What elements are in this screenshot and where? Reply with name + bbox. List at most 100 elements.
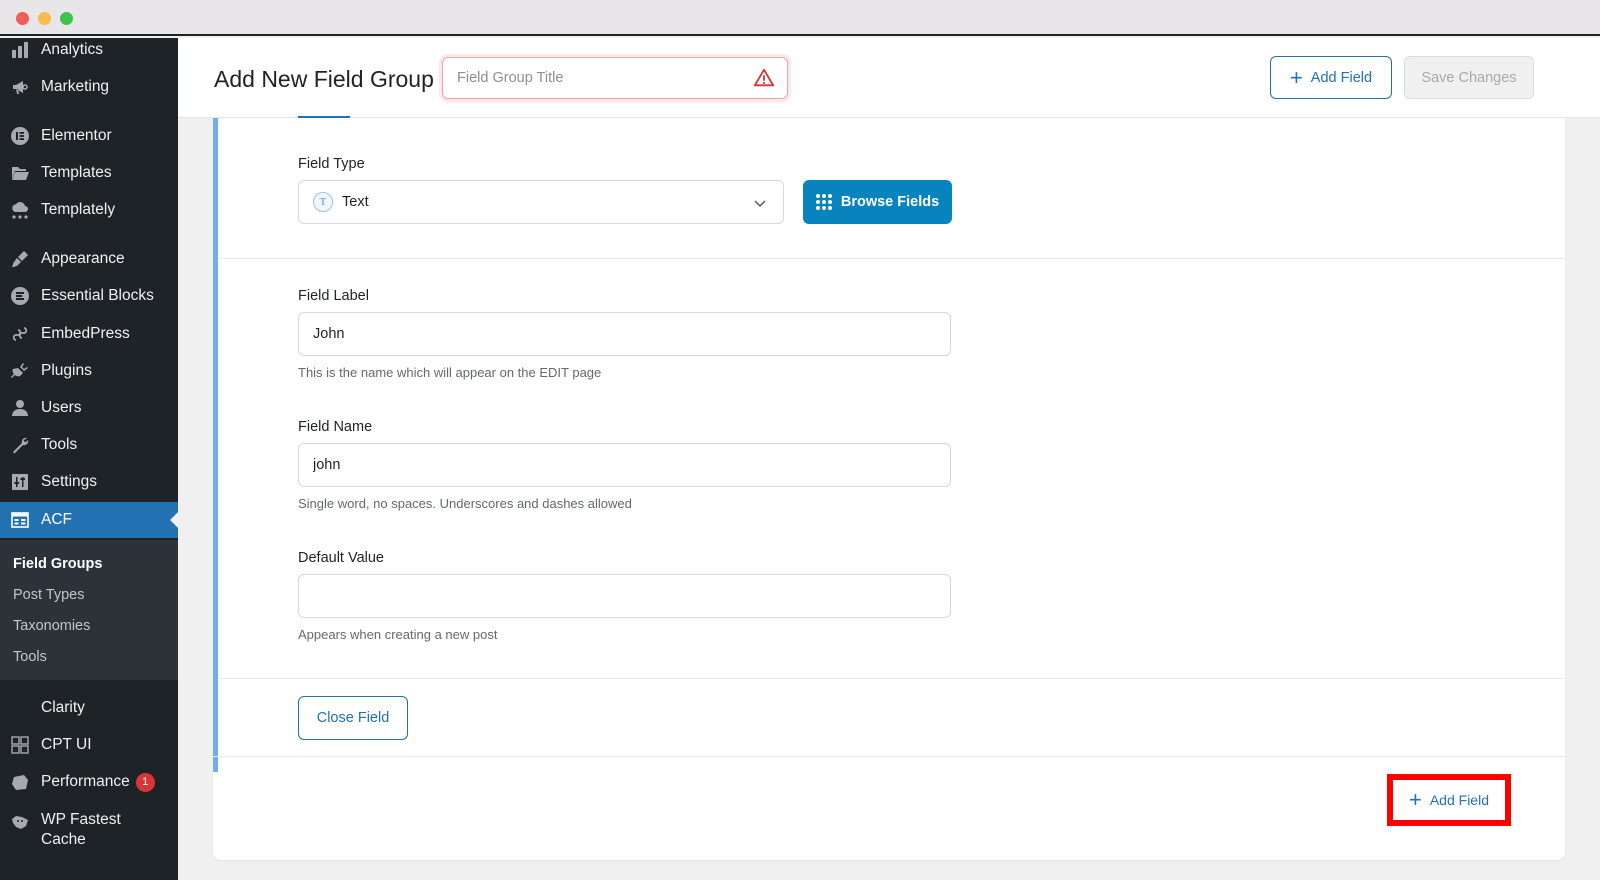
acf-icon — [9, 509, 31, 531]
grid-icon — [815, 194, 832, 210]
window-minimize-button[interactable] — [38, 12, 51, 25]
field-type-value: Text — [342, 194, 369, 210]
sidebar-item-embedpress[interactable]: EmbedPress — [0, 316, 178, 352]
sidebar-item-label: Performance — [41, 773, 130, 790]
browse-fields-label: Browse Fields — [840, 194, 940, 210]
field-label-field[interactable] — [298, 312, 951, 356]
field-name-field[interactable] — [298, 443, 951, 487]
sidebar-item-label: Clarity — [41, 699, 85, 716]
default-value-label: Default Value — [298, 550, 384, 566]
performance-icon — [9, 771, 31, 793]
browse-fields-button[interactable]: Browse Fields — [803, 180, 952, 224]
notification-badge: 1 — [135, 772, 155, 792]
wrench-icon — [9, 434, 31, 456]
acf-submenu: Field Groups Post Types Taxonomies Tools — [0, 540, 178, 680]
admin-sidebar: Analytics Marketing Elementor Templates … — [0, 38, 178, 880]
field-accent-bar — [213, 118, 218, 772]
cpt-grid-icon — [9, 734, 31, 756]
sidebar-item-label: ACF — [41, 511, 72, 528]
sidebar-item-label: Tools — [41, 436, 78, 453]
elementor-icon — [9, 125, 31, 147]
sidebar-item-appearance[interactable]: Appearance — [0, 241, 178, 277]
sliders-icon — [9, 471, 31, 493]
sidebar-item-clarity[interactable]: Clarity — [0, 690, 178, 726]
sidebar-item-label: Users — [41, 399, 82, 416]
highlight-annotation: + Add Field — [1387, 774, 1511, 826]
sidebar-item-templately[interactable]: Templately — [0, 192, 178, 228]
user-icon — [9, 397, 31, 419]
window-maximize-button[interactable] — [60, 12, 73, 25]
field-editor-panel: Field Type T Text Browse Fields Field La… — [213, 116, 1565, 860]
add-field-button-top[interactable]: + Add Field — [1270, 56, 1392, 99]
section-divider — [213, 756, 1565, 757]
sidebar-item-performance[interactable]: Performance 1 — [0, 764, 178, 800]
field-name-input[interactable] — [299, 457, 950, 473]
sidebar-item-label: CPT UI — [41, 736, 92, 753]
window-titlebar — [0, 0, 1600, 36]
close-field-button[interactable]: Close Field — [298, 696, 408, 740]
sidebar-item-plugins[interactable]: Plugins — [0, 353, 178, 389]
plus-icon: + — [1289, 64, 1303, 90]
sidebar-item-acf[interactable]: ACF — [0, 502, 178, 538]
field-type-select[interactable]: T Text — [298, 180, 784, 224]
section-divider — [218, 678, 1565, 679]
warning-icon — [753, 68, 775, 87]
sidebar-item-label: Marketing — [41, 78, 110, 95]
field-label-input[interactable] — [299, 326, 950, 342]
field-label-label: Field Label — [298, 288, 369, 304]
sidebar-item-label: Elementor — [41, 127, 112, 144]
plus-icon: + — [1408, 787, 1422, 812]
sidebar-item-elementor[interactable]: Elementor — [0, 118, 178, 154]
submenu-item-taxonomies[interactable]: Taxonomies — [13, 618, 90, 634]
field-group-title-input[interactable] — [443, 70, 743, 86]
submenu-item-tools[interactable]: Tools — [13, 649, 47, 665]
add-field-label: Add Field — [1429, 792, 1489, 808]
paintbrush-icon — [9, 248, 31, 270]
field-name-help: Single word, no spaces. Underscores and … — [298, 496, 632, 511]
cheetah-icon — [9, 812, 31, 834]
field-name-label: Field Name — [298, 419, 373, 435]
clarity-icon — [9, 697, 31, 719]
sidebar-item-settings[interactable]: Settings — [0, 464, 178, 500]
sidebar-item-label: Settings — [41, 473, 98, 490]
submenu-item-post-types[interactable]: Post Types — [13, 587, 84, 603]
add-field-label: Add Field — [1310, 69, 1373, 86]
bar-chart-icon — [9, 39, 31, 61]
essential-blocks-icon — [9, 285, 31, 307]
default-value-field[interactable] — [298, 574, 951, 618]
sidebar-item-label: Analytics — [41, 41, 104, 58]
text-type-icon: T — [313, 192, 333, 212]
sidebar-item-marketing[interactable]: Marketing — [0, 69, 178, 105]
window-close-button[interactable] — [16, 12, 29, 25]
add-field-button-bottom[interactable]: + Add Field — [1393, 780, 1505, 820]
submenu-item-field-groups[interactable]: Field Groups — [13, 556, 102, 572]
sidebar-item-templates[interactable]: Templates — [0, 155, 178, 191]
field-type-label: Field Type — [298, 156, 365, 172]
field-label-help: This is the name which will appear on th… — [298, 365, 602, 380]
sidebar-item-essential-blocks[interactable]: Essential Blocks — [0, 278, 178, 314]
sidebar-item-users[interactable]: Users — [0, 390, 178, 426]
sidebar-item-analytics[interactable]: Analytics — [0, 32, 178, 68]
field-group-title-field[interactable] — [442, 57, 788, 99]
sidebar-item-label: Essential Blocks — [41, 287, 154, 304]
embedpress-icon — [9, 323, 31, 345]
sidebar-item-tools[interactable]: Tools — [0, 427, 178, 463]
page-title: Add New Field Group — [214, 66, 434, 92]
save-changes-button[interactable]: Save Changes — [1404, 56, 1534, 99]
sidebar-item-label: WP Fastest Cache — [41, 811, 121, 848]
section-divider — [218, 258, 1565, 259]
sidebar-item-cpt-ui[interactable]: CPT UI — [0, 727, 178, 763]
sidebar-item-label: Plugins — [41, 362, 92, 379]
sidebar-item-wp-fastest-cache[interactable]: WP Fastest Cache — [0, 810, 178, 856]
default-value-help: Appears when creating a new post — [298, 627, 498, 642]
chevron-down-icon — [754, 200, 766, 208]
cloud-icon — [9, 199, 31, 221]
active-menu-arrow — [170, 512, 178, 528]
sidebar-item-label: Templates — [41, 164, 112, 181]
sidebar-item-label: Appearance — [41, 250, 125, 267]
folder-icon — [9, 162, 31, 184]
plug-icon — [9, 360, 31, 382]
megaphone-icon — [9, 76, 31, 98]
sidebar-item-label: Templately — [41, 201, 116, 218]
default-value-input[interactable] — [299, 588, 950, 604]
